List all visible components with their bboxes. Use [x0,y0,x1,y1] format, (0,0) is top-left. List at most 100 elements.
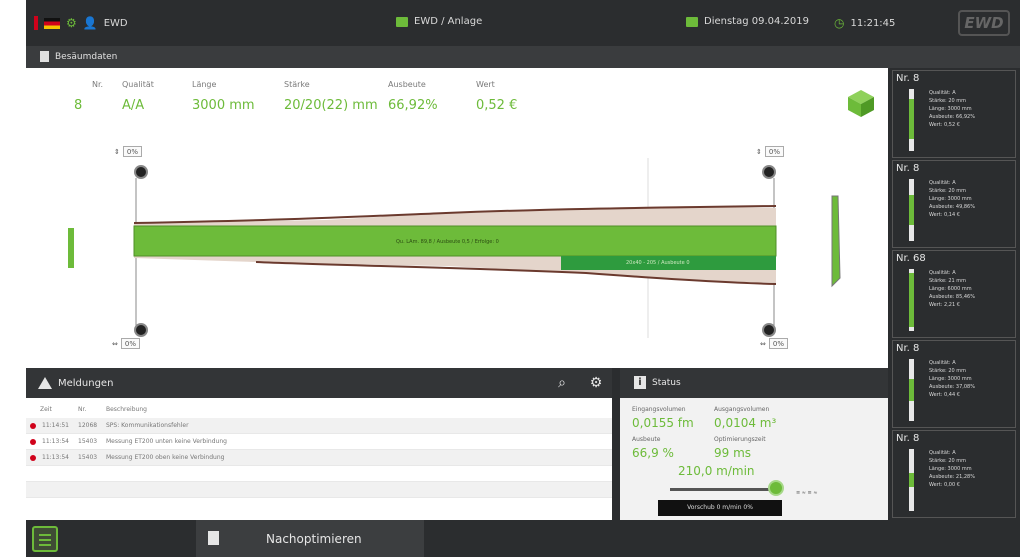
history-card[interactable]: Nr. 8 Qualität: A Stärke: 20 mm Länge: 3… [892,340,1016,428]
card-info: Qualität: A Stärke: 20 mm Länge: 3000 mm… [929,359,975,399]
row-zeit: 11:13:54 [42,454,69,461]
card-profile [909,269,914,331]
lower-board-label: 20x40 - 205 / Ausbeute 0 [626,260,690,266]
top-bar: ⚙ 👤 EWD EWD / Anlage Dienstag 09.04.2019… [26,0,1020,46]
status-indicators: ⚙ 👤 EWD [34,16,128,30]
company-logo: EWD [958,10,1010,36]
section-title: Besäumdaten [55,51,118,62]
opt-value: 99 ms [714,446,752,460]
document-icon [40,51,49,62]
status-header: i Status [620,368,888,398]
row-text: Messung ET200 oben keine Verbindung [106,454,225,461]
col-nr: Nr. [78,406,87,413]
ausgang-value: 0,0104 m³ [714,416,777,430]
card-nr: Nr. 8 [896,433,920,444]
right-bottom-knob [762,323,776,337]
time-display: ◷ 11:21:45 [834,16,895,30]
settings-gears-icon[interactable]: ⚙ [580,368,612,398]
card-nr: Nr. 68 [896,253,926,264]
user-icon: 👤 [82,16,98,30]
messages-title: Meldungen [58,377,114,389]
right-end-profile [831,195,841,288]
date-label: Dienstag 09.04.2019 [704,16,810,27]
card-line: Wert: 0,00 € [929,482,960,488]
history-card[interactable]: Nr. 68 Qualität: A Stärke: 21 mm Länge: … [892,250,1016,338]
user-name: EWD [103,17,128,29]
bottom-bar: Nachoptimieren [26,520,1020,557]
card-line: Stärke: 20 mm [929,458,967,464]
card-line: Ausbeute: 21,28% [929,474,975,480]
ausbeute-label: Ausbeute [632,436,661,443]
row-zeit: 11:13:54 [42,438,69,445]
left-margin [0,0,26,557]
error-dot-icon [30,423,36,429]
messages-title-wrap: Meldungen [38,377,113,389]
history-panel: Nr. 8 Qualität: A Stärke: 20 mm Länge: 3… [888,68,1020,520]
row-nr: 12068 [78,422,98,429]
card-line: Qualität: A [929,90,956,96]
card-line: Qualität: A [929,360,956,366]
table-row[interactable]: 11:13:54 15403 Messung ET200 unten keine… [26,434,612,450]
card-line: Länge: 3000 mm [929,376,972,382]
eingang-value: 0,0155 fm [632,416,694,430]
row-nr: 15403 [78,438,98,445]
history-card[interactable]: Nr. 8 Qualität: A Stärke: 20 mm Länge: 3… [892,430,1016,518]
card-nr: Nr. 8 [896,163,920,174]
ausbeute-value: 66,9 % [632,446,674,460]
card-info: Qualität: A Stärke: 21 mm Länge: 6000 mm… [929,269,975,309]
card-line: Qualität: A [929,180,956,186]
tab-nachoptimieren[interactable]: Nachoptimieren [196,520,424,557]
col-beschreibung: Beschreibung [106,406,147,413]
document-icon [208,531,219,545]
settings-gear-icon[interactable]: ⚙ [66,16,77,30]
messages-header: Meldungen ⌕ ⚙ [26,368,612,398]
card-profile [909,359,914,421]
tab-label: Nachoptimieren [266,532,362,546]
row-text: SPS: Kommunikationsfehler [106,422,189,429]
card-info: Qualität: A Stärke: 20 mm Länge: 3000 mm… [929,89,975,129]
time-label: 11:21:45 [850,17,896,29]
card-line: Stärke: 20 mm [929,98,967,104]
feed-slider-handle[interactable] [768,480,784,496]
location-label: EWD / Anlage [414,16,483,27]
card-line: Länge: 3000 mm [929,466,972,472]
card-line: Wert: 0,52 € [929,122,960,128]
status-panel: Eingangsvolumen Ausgangsvolumen 0,0155 f… [620,398,888,520]
left-bottom-knob [134,323,148,337]
feed-rate-display: Vorschub 0 m/min 0% [658,500,782,516]
card-info: Qualität: A Stärke: 20 mm Länge: 3000 mm… [929,179,975,219]
section-header: Besäumdaten [26,46,1020,68]
history-card[interactable]: Nr. 8 Qualität: A Stärke: 20 mm Länge: 3… [892,70,1016,158]
german-flag-icon[interactable] [44,17,60,29]
location-breadcrumb[interactable]: EWD / Anlage [396,16,482,27]
warning-icon [38,377,52,389]
card-info: Qualität: A Stärke: 20 mm Länge: 3000 mm… [929,449,975,489]
card-line: Qualität: A [929,270,956,276]
card-line: Länge: 3000 mm [929,196,972,202]
calendar-icon [686,16,698,27]
table-row[interactable]: 11:13:54 15403 Messung ET200 oben keine … [26,450,612,466]
error-dot-icon [30,455,36,461]
search-icon[interactable]: ⌕ [546,368,578,398]
error-dot-icon [30,439,36,445]
alarm-indicator-icon[interactable] [34,16,38,30]
table-row[interactable]: 11:14:51 12068 SPS: Kommunikationsfehler [26,418,612,434]
row-nr: 15403 [78,454,98,461]
card-nr: Nr. 8 [896,343,920,354]
history-card[interactable]: Nr. 8 Qualität: A Stärke: 20 mm Länge: 3… [892,160,1016,248]
clock-icon: ◷ [834,16,845,30]
menu-button[interactable] [32,526,58,552]
card-nr: Nr. 8 [896,73,920,84]
left-top-knob [134,165,148,179]
status-title-wrap: i Status [634,376,681,389]
eingang-label: Eingangsvolumen [632,406,686,413]
card-line: Qualität: A [929,450,956,456]
left-end-profile [68,228,74,268]
card-profile [909,449,914,511]
folder-icon [396,16,408,27]
card-line: Ausbeute: 66,92% [929,114,975,120]
card-line: Stärke: 20 mm [929,188,967,194]
feed-slider-track[interactable] [670,488,780,491]
section-title-wrap: Besäumdaten [40,51,117,62]
date-display: Dienstag 09.04.2019 [686,16,809,27]
